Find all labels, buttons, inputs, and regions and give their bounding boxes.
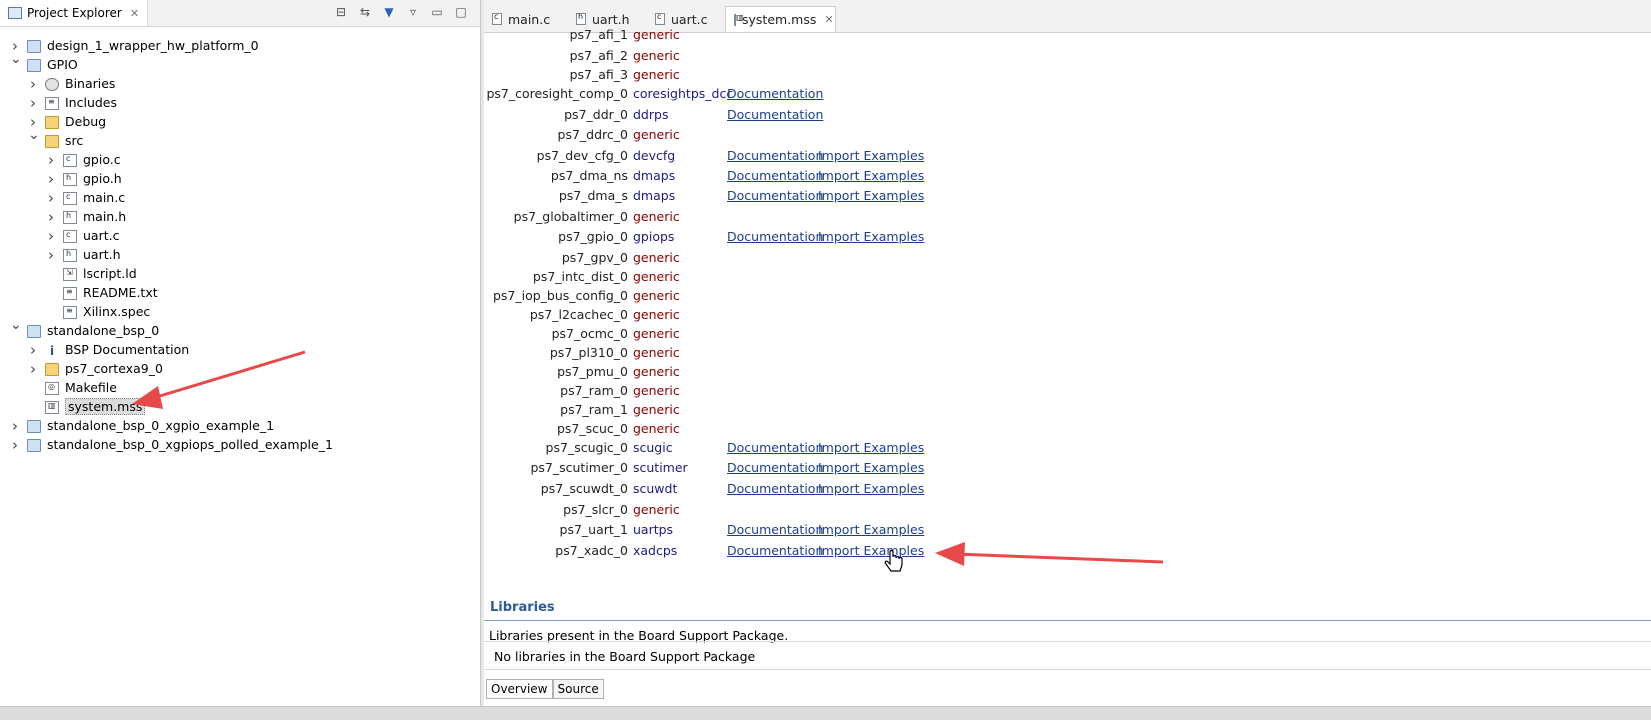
hand-cursor-icon [884, 549, 903, 572]
annotation-arrow-uart-import [935, 542, 1164, 566]
